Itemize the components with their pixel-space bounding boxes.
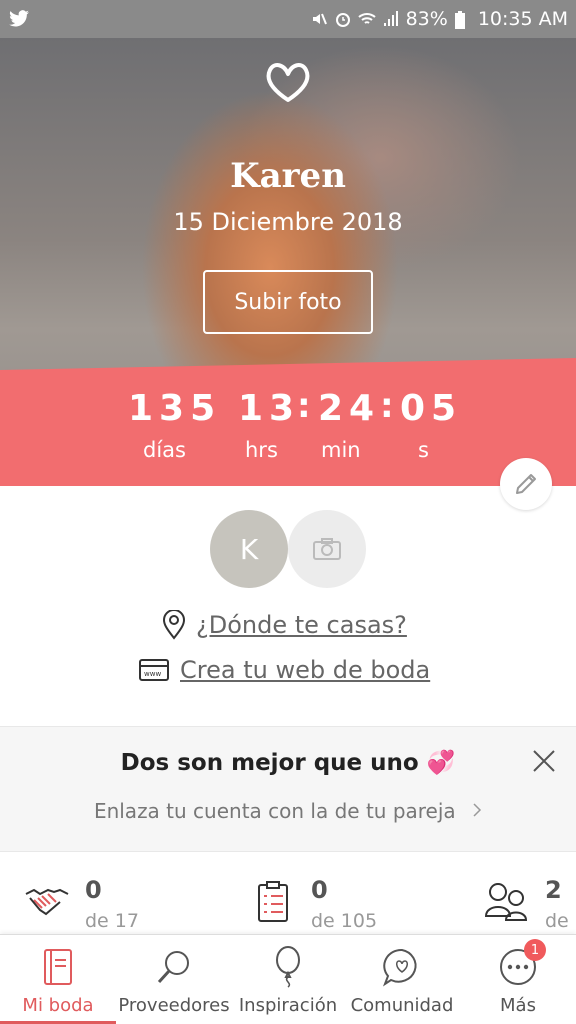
nav-label: Inspiración xyxy=(238,995,338,1016)
more-icon: 1 xyxy=(496,939,546,989)
avatar[interactable]: K xyxy=(210,510,288,588)
tasks-count: 0 xyxy=(311,876,328,904)
handshake-icon xyxy=(25,888,69,916)
nav-label: Más xyxy=(500,995,536,1016)
web-browser-icon: www xyxy=(139,659,169,681)
countdown-separator: : xyxy=(380,386,394,426)
battery-percent: 83% xyxy=(405,8,448,30)
close-icon[interactable] xyxy=(532,749,556,773)
guests-icon xyxy=(484,883,528,921)
countdown-seconds-label: s xyxy=(418,438,429,462)
couple-name: Karen xyxy=(230,156,346,196)
heart-logo-icon xyxy=(266,63,310,102)
nav-label: Comunidad xyxy=(350,995,454,1016)
partner-link-card[interactable]: Dos son mejor que uno 💞 Enlaza tu cuenta… xyxy=(0,726,576,852)
countdown-hours: 13 xyxy=(238,388,301,429)
nav-comunidad[interactable]: Comunidad xyxy=(344,935,460,1024)
providers-total: de 17 xyxy=(85,910,139,932)
upload-photo-button[interactable]: Subir foto xyxy=(203,270,373,334)
battery-icon xyxy=(454,10,472,29)
alarm-icon xyxy=(334,10,352,28)
countdown-days-label: días xyxy=(143,438,186,462)
countdown-minutes-label: min xyxy=(321,438,361,462)
clock: 10:35 AM xyxy=(477,8,568,30)
signal-icon xyxy=(382,10,400,28)
location-link-label: ¿Dónde te casas? xyxy=(196,611,407,639)
nav-mas[interactable]: 1 Más xyxy=(460,935,576,1024)
partner-card-title: Dos son mejor que uno 💞 xyxy=(120,750,456,776)
tasks-total: de 105 xyxy=(311,910,378,932)
wedding-web-link-label: Crea tu web de boda xyxy=(180,656,431,684)
nav-label: Mi boda xyxy=(22,995,94,1016)
bottom-navigation: Mi boda Proveedores Inspiración Comunida… xyxy=(0,934,576,1024)
nav-inspiracion[interactable]: Inspiración xyxy=(232,935,344,1024)
chat-heart-icon xyxy=(380,945,424,989)
countdown-minutes: 24 xyxy=(318,388,381,429)
search-icon xyxy=(152,945,196,989)
mute-icon xyxy=(310,10,328,28)
chevron-right-icon xyxy=(472,799,482,823)
status-bar: 83% 10:35 AM xyxy=(0,0,576,38)
twitter-icon xyxy=(9,10,29,27)
notification-badge: 1 xyxy=(524,939,546,961)
wedding-date: 15 Diciembre 2018 xyxy=(173,208,403,236)
wifi-icon xyxy=(357,10,376,28)
pencil-icon xyxy=(516,474,536,494)
svg-text:www: www xyxy=(144,670,161,678)
add-partner-photo-button[interactable] xyxy=(288,510,366,588)
countdown-seconds: 05 xyxy=(400,388,463,429)
balloon-icon xyxy=(266,945,310,989)
location-pin-icon xyxy=(162,610,186,640)
partner-card-subtitle[interactable]: Enlaza tu cuenta con la de tu pareja xyxy=(0,799,576,823)
checklist-icon xyxy=(258,881,288,922)
camera-icon xyxy=(313,538,341,560)
providers-count: 0 xyxy=(85,876,102,904)
nav-mi-boda[interactable]: Mi boda xyxy=(0,935,116,1024)
guests-count: 2 xyxy=(545,876,562,904)
location-link[interactable]: ¿Dónde te casas? xyxy=(162,610,407,640)
nav-proveedores[interactable]: Proveedores xyxy=(116,935,232,1024)
countdown-separator: : xyxy=(297,386,311,426)
nav-label: Proveedores xyxy=(118,995,230,1016)
wedding-web-link[interactable]: www Crea tu web de boda xyxy=(138,656,430,684)
partner-card-subtitle-text: Enlaza tu cuenta con la de tu pareja xyxy=(93,799,456,823)
edit-button[interactable] xyxy=(500,458,552,510)
guests-total: de 1 xyxy=(545,910,576,932)
countdown-hours-label: hrs xyxy=(245,438,278,462)
countdown-days: 135 xyxy=(128,388,222,429)
notebook-icon xyxy=(36,945,80,989)
countdown-band: 135 días 13 hrs : 24 min : 05 s xyxy=(0,358,576,486)
